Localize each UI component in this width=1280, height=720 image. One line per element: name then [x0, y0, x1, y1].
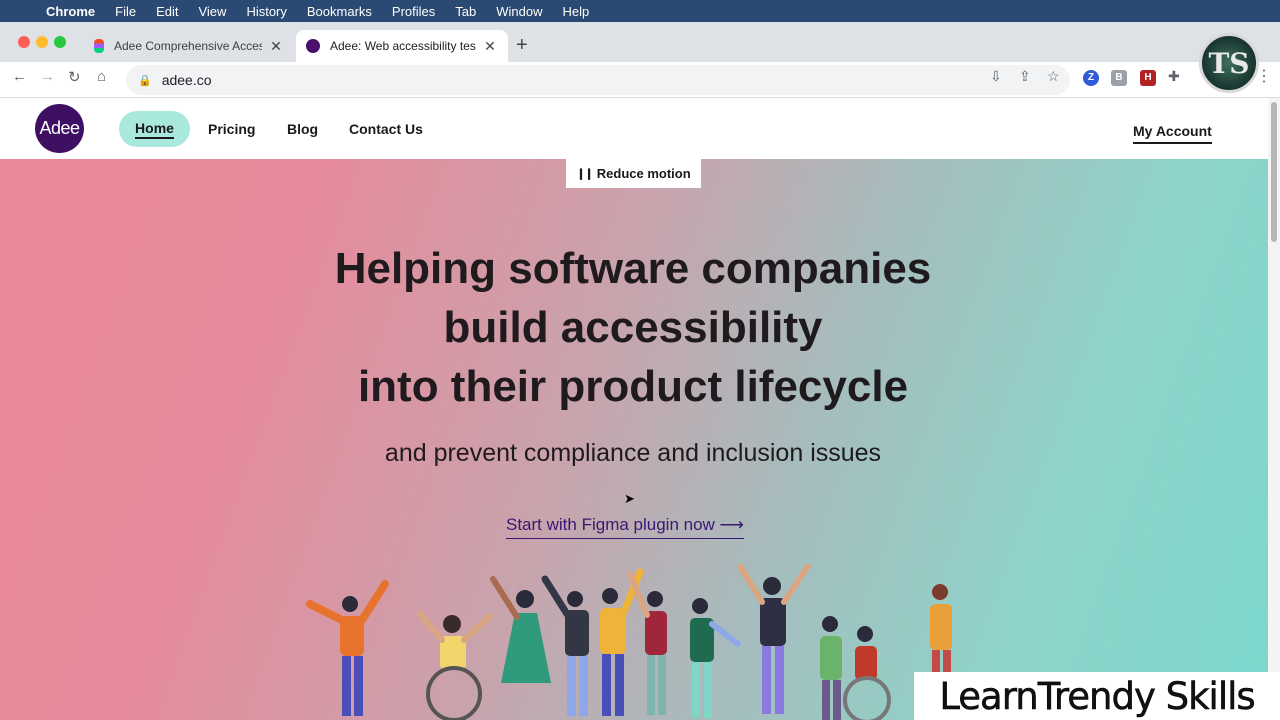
menu-window[interactable]: Window — [496, 4, 542, 19]
person-figure — [627, 571, 667, 715]
person-figure — [306, 580, 389, 716]
tab-title: Adee: Web accessibility testin — [330, 39, 476, 53]
mouse-cursor-icon: ➤ — [624, 491, 635, 506]
hero-headline: Helping software companies build accessi… — [0, 239, 1266, 416]
reduce-motion-button[interactable]: ❙❙ Reduce motion — [566, 159, 701, 188]
person-figure — [490, 576, 551, 683]
person-figure — [737, 564, 811, 714]
extensions-puzzle-icon[interactable]: ✚ — [1168, 68, 1180, 85]
new-tab-button[interactable]: + — [516, 34, 528, 57]
menu-tab[interactable]: Tab — [455, 4, 476, 19]
browser-tab-figma[interactable]: Adee Comprehensive Accessil ✕ — [84, 30, 294, 62]
watermark: LearnTrendy Skills — [914, 672, 1280, 720]
bookmark-star-icon[interactable]: ☆ — [1047, 68, 1060, 85]
address-url: adee.co — [161, 72, 212, 88]
reload-icon[interactable]: ↻ — [68, 68, 81, 86]
menu-file[interactable]: File — [115, 4, 136, 19]
menu-bookmarks[interactable]: Bookmarks — [307, 4, 372, 19]
nav-home-label: Home — [135, 120, 174, 139]
close-tab-icon[interactable]: ✕ — [268, 38, 284, 55]
tab-title: Adee Comprehensive Accessil — [114, 39, 262, 53]
page-scrollbar[interactable] — [1268, 98, 1280, 720]
menu-edit[interactable]: Edit — [156, 4, 178, 19]
close-tab-icon[interactable]: ✕ — [482, 38, 498, 55]
person-figure — [820, 616, 842, 720]
scrollbar-thumb[interactable] — [1271, 102, 1277, 242]
site-header: Adee Home Pricing Blog Contact Us — [0, 98, 1268, 158]
profile-avatar[interactable]: TS — [1199, 33, 1259, 93]
menu-profiles[interactable]: Profiles — [392, 4, 435, 19]
share-icon[interactable]: ⇪ — [1019, 68, 1031, 85]
adee-logo[interactable]: Adee — [35, 104, 84, 153]
hero-subheadline: and prevent compliance and inclusion iss… — [384, 439, 882, 467]
home-icon[interactable]: ⌂ — [97, 68, 106, 85]
tab-strip: Adee Comprehensive Accessil ✕ Adee: Web … — [0, 22, 1280, 62]
headline-line-2: build accessibility — [443, 303, 823, 352]
menu-help[interactable]: Help — [563, 4, 590, 19]
person-figure — [541, 575, 589, 716]
window-close-button[interactable] — [18, 36, 30, 48]
figma-icon — [94, 39, 104, 53]
window-minimize-button[interactable] — [36, 36, 48, 48]
pause-icon: ❙❙ — [576, 168, 593, 180]
extension-b-icon[interactable]: B — [1111, 70, 1127, 86]
menu-view[interactable]: View — [198, 4, 226, 19]
window-zoom-button[interactable] — [54, 36, 66, 48]
person-wheelchair-figure — [843, 626, 891, 720]
menu-app-name[interactable]: Chrome — [46, 4, 95, 19]
nav-my-account[interactable]: My Account — [1133, 120, 1212, 144]
forward-arrow-icon[interactable]: → — [40, 68, 55, 85]
hero-section: ❙❙ Reduce motion Helping software compan… — [0, 159, 1268, 720]
browser-tab-adee[interactable]: Adee: Web accessibility testin ✕ — [296, 30, 508, 62]
menu-history[interactable]: History — [246, 4, 286, 19]
browser-toolbar: ← → ↻ ⌂ 🔒 adee.co ⇩ ⇪ ☆ Z B H ✚ — [0, 62, 1280, 98]
nav-blog[interactable]: Blog — [287, 111, 318, 147]
reduce-motion-label: Reduce motion — [596, 166, 691, 181]
extension-h-icon[interactable]: H — [1140, 70, 1156, 86]
person-figure — [600, 568, 644, 716]
browser-menu-icon[interactable]: ⋮ — [1256, 66, 1272, 86]
figma-plugin-cta-link[interactable]: Start with Figma plugin now ⟶ — [506, 515, 744, 539]
adee-icon — [306, 39, 320, 53]
address-bar[interactable]: 🔒 adee.co — [126, 65, 1070, 95]
extension-z-icon[interactable]: Z — [1083, 70, 1099, 86]
nav-home[interactable]: Home — [119, 111, 190, 147]
person-figure — [690, 598, 741, 718]
macos-menubar: Chrome File Edit View History Bookmarks … — [0, 0, 1280, 22]
back-arrow-icon[interactable]: ← — [12, 68, 27, 85]
people-illustration — [306, 564, 952, 720]
lock-icon[interactable]: 🔒 — [138, 74, 152, 87]
nav-contact-us[interactable]: Contact Us — [349, 111, 423, 147]
person-wheelchair-figure — [417, 611, 493, 720]
headline-line-1: Helping software companies — [334, 244, 932, 293]
nav-pricing[interactable]: Pricing — [208, 111, 255, 147]
headline-line-3: into their product lifecycle — [357, 362, 909, 411]
install-icon[interactable]: ⇩ — [990, 68, 1002, 85]
